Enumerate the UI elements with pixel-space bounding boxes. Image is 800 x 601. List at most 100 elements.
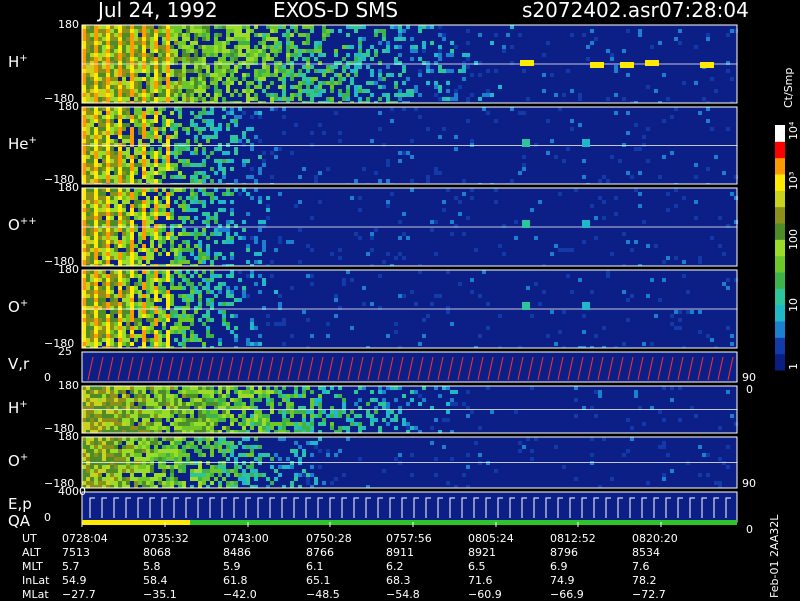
heatmap-cell xyxy=(110,449,114,453)
heatmap-cell xyxy=(162,461,166,465)
heatmap-cell xyxy=(114,390,118,394)
heatmap-cell xyxy=(458,200,462,204)
heatmap-cell xyxy=(254,77,258,81)
heatmap-cell xyxy=(438,85,442,89)
heatmap-cell xyxy=(442,445,446,449)
heatmap-cell xyxy=(90,143,94,147)
heatmap-cell xyxy=(106,228,110,232)
heatmap-cell xyxy=(210,390,214,394)
heatmap-cell xyxy=(138,410,142,414)
heatmap-cell xyxy=(122,270,126,274)
heatmap-cell xyxy=(178,260,182,264)
heatmap-cell xyxy=(178,306,182,310)
heatmap-cell xyxy=(426,61,430,65)
heatmap-cell xyxy=(166,453,170,457)
heatmap-cell xyxy=(214,37,218,41)
heatmap-cell xyxy=(98,143,102,147)
heatmap-cell xyxy=(106,212,110,216)
heatmap-cell xyxy=(202,256,206,260)
heatmap-cell xyxy=(98,326,102,330)
heatmap-cell xyxy=(126,65,130,69)
heatmap-cell xyxy=(238,402,242,406)
heatmap-cell xyxy=(258,73,262,77)
heatmap-cell xyxy=(98,127,102,131)
heatmap-cell xyxy=(106,65,110,69)
heatmap-cell xyxy=(574,188,578,192)
heatmap-cell xyxy=(146,252,150,256)
heatmap-cell xyxy=(326,69,330,73)
heatmap-cell xyxy=(126,248,130,252)
heatmap-cell xyxy=(230,69,234,73)
heatmap-cell xyxy=(166,481,170,485)
heatmap-cell xyxy=(270,97,274,101)
heatmap-cell xyxy=(162,53,166,57)
heatmap-cell xyxy=(114,107,118,111)
heatmap-cell xyxy=(130,441,134,445)
heatmap-cell xyxy=(166,151,170,155)
heatmap-cell xyxy=(158,29,162,33)
heatmap-cell xyxy=(190,61,194,65)
heatmap-cell xyxy=(178,159,182,163)
heatmap-cell xyxy=(134,179,138,183)
heatmap-cell xyxy=(182,232,186,236)
heatmap-cell xyxy=(114,330,118,334)
heatmap-cell xyxy=(162,163,166,167)
heatmap-cell xyxy=(294,73,298,77)
heatmap-cell xyxy=(570,290,574,294)
heatmap-cell xyxy=(302,394,306,398)
heatmap-cell xyxy=(122,386,126,390)
heatmap-cell xyxy=(346,61,350,65)
heatmap-cell xyxy=(142,228,146,232)
heatmap-cell xyxy=(202,85,206,89)
heatmap-cell xyxy=(154,131,158,135)
heatmap-cell xyxy=(102,314,106,318)
heatmap-cell xyxy=(138,192,142,196)
heatmap-cell xyxy=(290,402,294,406)
heatmap-cell xyxy=(190,111,194,115)
heatmap-cell xyxy=(378,73,382,77)
heatmap-cell xyxy=(86,139,90,143)
heatmap-cell xyxy=(126,477,130,481)
heatmap-cell xyxy=(194,85,198,89)
panel-label-sup: + xyxy=(19,451,29,463)
heatmap-cell xyxy=(522,139,530,147)
heatmap-cell xyxy=(566,248,570,252)
heatmap-cell xyxy=(462,473,466,477)
heatmap-cell xyxy=(254,390,258,394)
heatmap-cell xyxy=(462,53,466,57)
heatmap-cell xyxy=(270,398,274,402)
heatmap-cell xyxy=(134,252,138,256)
heatmap-cell xyxy=(198,398,202,402)
heatmap-cell xyxy=(246,477,250,481)
heatmap-cell xyxy=(170,274,174,278)
heatmap-cell xyxy=(106,302,110,306)
heatmap-cell xyxy=(102,200,106,204)
heatmap-cell xyxy=(630,426,634,430)
heatmap-cell xyxy=(94,449,98,453)
heatmap-cell xyxy=(342,473,346,477)
heatmap-cell xyxy=(262,224,266,228)
heatmap-cell xyxy=(134,465,138,469)
heatmap-cell xyxy=(162,107,166,111)
heatmap-cell xyxy=(286,457,290,461)
heatmap-cell xyxy=(134,204,138,208)
heatmap-cell xyxy=(130,410,134,414)
heatmap-cell xyxy=(226,85,230,89)
heatmap-cell xyxy=(230,314,234,318)
heatmap-cell xyxy=(154,236,158,240)
heatmap-cell xyxy=(114,167,118,171)
heatmap-cell xyxy=(86,294,90,298)
heatmap-cell xyxy=(230,159,234,163)
heatmap-cell xyxy=(114,111,118,115)
heatmap-cell xyxy=(162,318,166,322)
heatmap-cell xyxy=(126,278,130,282)
heatmap-cell xyxy=(174,131,178,135)
heatmap-cell xyxy=(86,147,90,151)
heatmap-cell xyxy=(330,29,334,33)
heatmap-cell xyxy=(662,477,666,481)
heatmap-cell xyxy=(342,45,346,49)
heatmap-cell xyxy=(82,252,86,256)
heatmap-cell xyxy=(98,286,102,290)
heatmap-cell xyxy=(126,196,130,200)
heatmap-cell xyxy=(338,131,342,135)
